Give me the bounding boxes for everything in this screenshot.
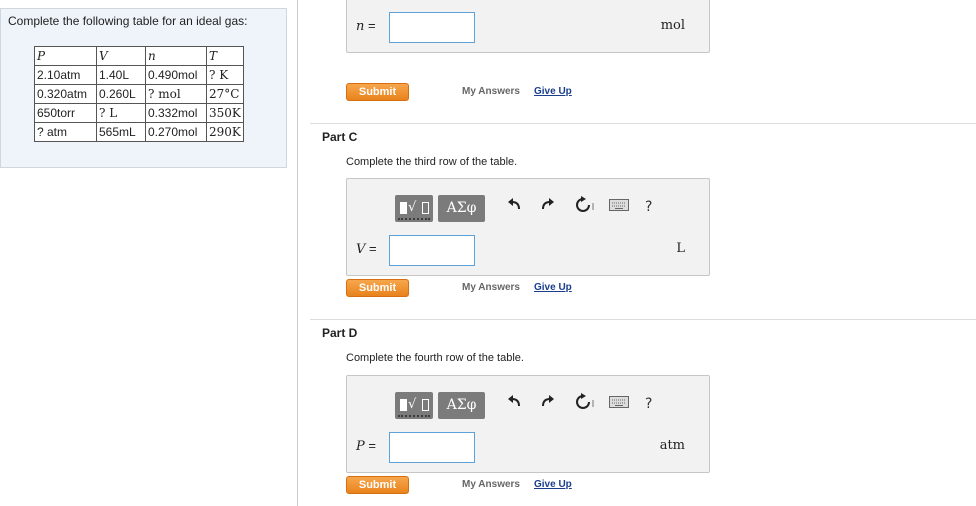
problem-panel: Complete the following table for an idea… [0,0,298,506]
part-d-actions: Submit My Answers Give Up [346,476,646,494]
undo-icon[interactable] [507,394,521,408]
submit-button[interactable]: Submit [346,476,409,494]
unit-label: atm [659,438,685,453]
templates-button[interactable]: √ [395,195,433,222]
header-p: P [34,46,97,66]
keyboard-icon[interactable] [609,199,629,211]
table-cell: 2.10atm [34,65,97,85]
math-toolbar: √ ΑΣφ ? [395,191,657,223]
variable-symbol: P [356,439,365,454]
sqrt-icon: √ [408,397,417,412]
reset-icon[interactable] [575,393,595,411]
answer-input[interactable] [389,235,475,266]
template-box-icon [422,202,429,214]
variable-label: V = [356,241,377,257]
table-cell: ? atm [34,122,97,142]
give-up-link[interactable]: Give Up [534,282,572,293]
equals-sign: = [368,18,376,33]
table-row: 2.10atm 1.40L 0.490mol ? K [34,65,244,85]
give-up-link[interactable]: Give Up [534,86,572,97]
section-divider [310,123,976,124]
sqrt-icon: √ [408,200,417,215]
header-v: V [96,46,146,66]
part-b-answer-box: √ ΑΣφ ? n = mol [346,0,710,53]
header-n: n [145,46,207,66]
part-b-actions: Submit My Answers Give Up [346,83,646,101]
keyboard-icon[interactable] [609,396,629,408]
unit-label: mol [660,18,685,33]
part-c-prompt: Complete the third row of the table. [346,156,518,168]
unit-label: L [676,241,685,256]
answer-input[interactable] [389,12,475,43]
part-d-title: Part D [322,326,358,340]
submit-button[interactable]: Submit [346,279,409,297]
table-cell: 0.260L [96,84,146,104]
table-cell: 0.490mol [145,65,207,85]
table-cell: ? K [206,65,244,85]
reset-icon[interactable] [575,196,595,214]
variable-symbol: V [356,242,366,257]
help-icon[interactable]: ? [645,199,652,215]
template-square-icon [400,202,407,214]
table-cell: 0.332mol [145,103,207,123]
dots-decoration [398,415,430,417]
variable-symbol: n [356,19,365,34]
variable-label: P = [356,438,376,454]
table-row: 650torr ? L 0.332mol 350K [34,103,244,123]
symbols-button[interactable]: ΑΣφ [438,392,485,419]
table-cell: 350K [206,103,244,123]
submit-button[interactable]: Submit [346,83,409,101]
problem-prompt: Complete the following table for an idea… [8,14,248,28]
redo-icon[interactable] [541,197,555,211]
give-up-link[interactable]: Give Up [534,479,572,490]
redo-icon[interactable] [541,394,555,408]
help-icon[interactable]: ? [645,396,652,412]
section-divider [310,319,976,320]
answer-input[interactable] [389,432,475,463]
my-answers-link[interactable]: My Answers [462,479,520,490]
table-cell: 1.40L [96,65,146,85]
table-cell: 0.320atm [34,84,97,104]
equals-sign: = [368,438,376,453]
dots-decoration [398,218,430,220]
part-c-title: Part C [322,130,358,144]
template-box-icon [422,399,429,411]
part-c-actions: Submit My Answers Give Up [346,279,646,297]
table-cell: 0.270mol [145,122,207,142]
table-cell: ? L [96,103,146,123]
table-header-row: P V n T [34,46,244,66]
table-cell: 565mL [96,122,146,142]
part-c-answer-box: √ ΑΣφ ? V = L [346,178,710,276]
table-cell: ? mol [145,84,207,104]
part-d-answer-box: √ ΑΣφ ? P = atm [346,375,710,473]
table-cell: 650torr [34,103,97,123]
my-answers-link[interactable]: My Answers [462,282,520,293]
gas-data-table: P V n T 2.10atm 1.40L 0.490mol ? K 0.320… [34,46,244,142]
table-cell: 27°C [206,84,244,104]
equals-sign: = [369,241,377,256]
templates-button[interactable]: √ [395,392,433,419]
math-toolbar: √ ΑΣφ ? [395,388,657,420]
template-square-icon [400,399,407,411]
table-cell: 290K [206,122,244,142]
part-d-prompt: Complete the fourth row of the table. [346,352,524,364]
header-t: T [206,46,244,66]
table-row: ? atm 565mL 0.270mol 290K [34,122,244,142]
variable-label: n = [356,18,376,34]
undo-icon[interactable] [507,197,521,211]
symbols-button[interactable]: ΑΣφ [438,195,485,222]
my-answers-link[interactable]: My Answers [462,86,520,97]
table-row: 0.320atm 0.260L ? mol 27°C [34,84,244,104]
